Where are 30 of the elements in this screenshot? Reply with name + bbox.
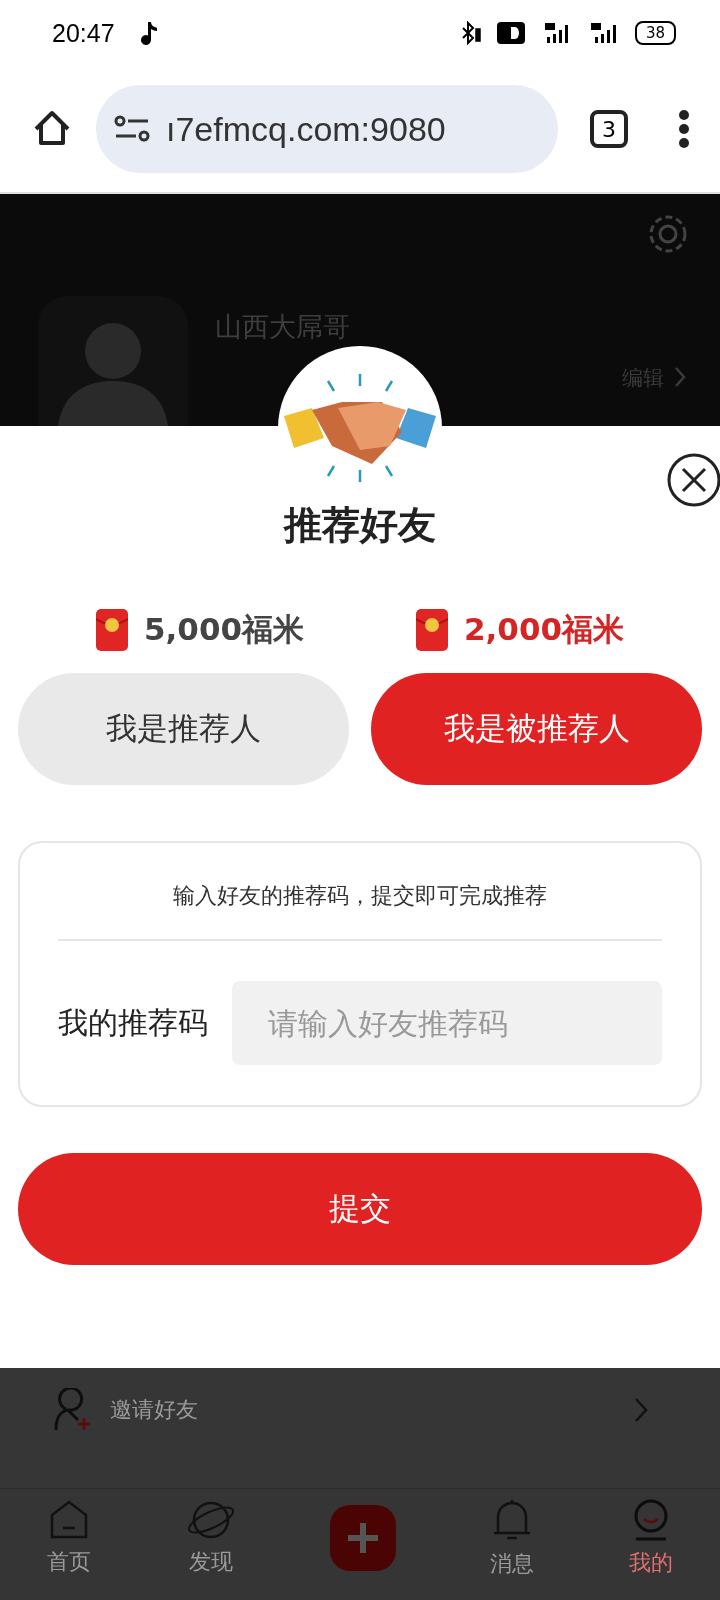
- close-icon[interactable]: [666, 452, 720, 508]
- role-tab[interactable]: 我是推荐人: [18, 673, 349, 785]
- reward-amount: 5,000福米: [143, 610, 305, 649]
- music-note-icon: [138, 20, 159, 46]
- field-label: 我的推荐码: [58, 1003, 208, 1042]
- plus-icon: [329, 1504, 396, 1571]
- role-tab[interactable]: 我是被推荐人: [371, 673, 702, 785]
- tab-item[interactable]: 消息: [490, 1496, 535, 1579]
- hd-icon: [496, 22, 525, 44]
- chevron-right-icon: [674, 366, 686, 388]
- clock-time: 20:47: [52, 18, 115, 48]
- url-text: ı7efmcq.com:9080: [166, 109, 446, 149]
- menu-item-label[interactable]: 邀请好友: [110, 1395, 620, 1425]
- battery-level: 38: [634, 21, 676, 45]
- envelope-icon: [415, 609, 448, 651]
- modal-title: 推荐好友: [284, 502, 436, 549]
- more-menu-icon[interactable]: [678, 109, 690, 149]
- tab-item[interactable]: 发现: [185, 1498, 236, 1577]
- tab-count-button[interactable]: 3: [590, 110, 628, 148]
- tab-item[interactable]: 我的: [628, 1497, 673, 1578]
- site-settings-icon[interactable]: [114, 114, 152, 144]
- home-icon: [49, 1498, 90, 1541]
- reward-amount: 2,000福米: [463, 610, 625, 649]
- referral-code-field[interactable]: 请输入好友推荐码: [232, 981, 662, 1065]
- submit-button[interactable]: 提交: [18, 1153, 702, 1265]
- envelope-icon: [95, 609, 128, 651]
- chevron-right-icon: [634, 1397, 648, 1423]
- hint-text: 输入好友的推荐码，提交即可完成推荐: [58, 843, 662, 941]
- address-bar[interactable]: ı7efmcq.com:9080: [96, 85, 558, 173]
- tab-item[interactable]: 首页: [47, 1498, 92, 1577]
